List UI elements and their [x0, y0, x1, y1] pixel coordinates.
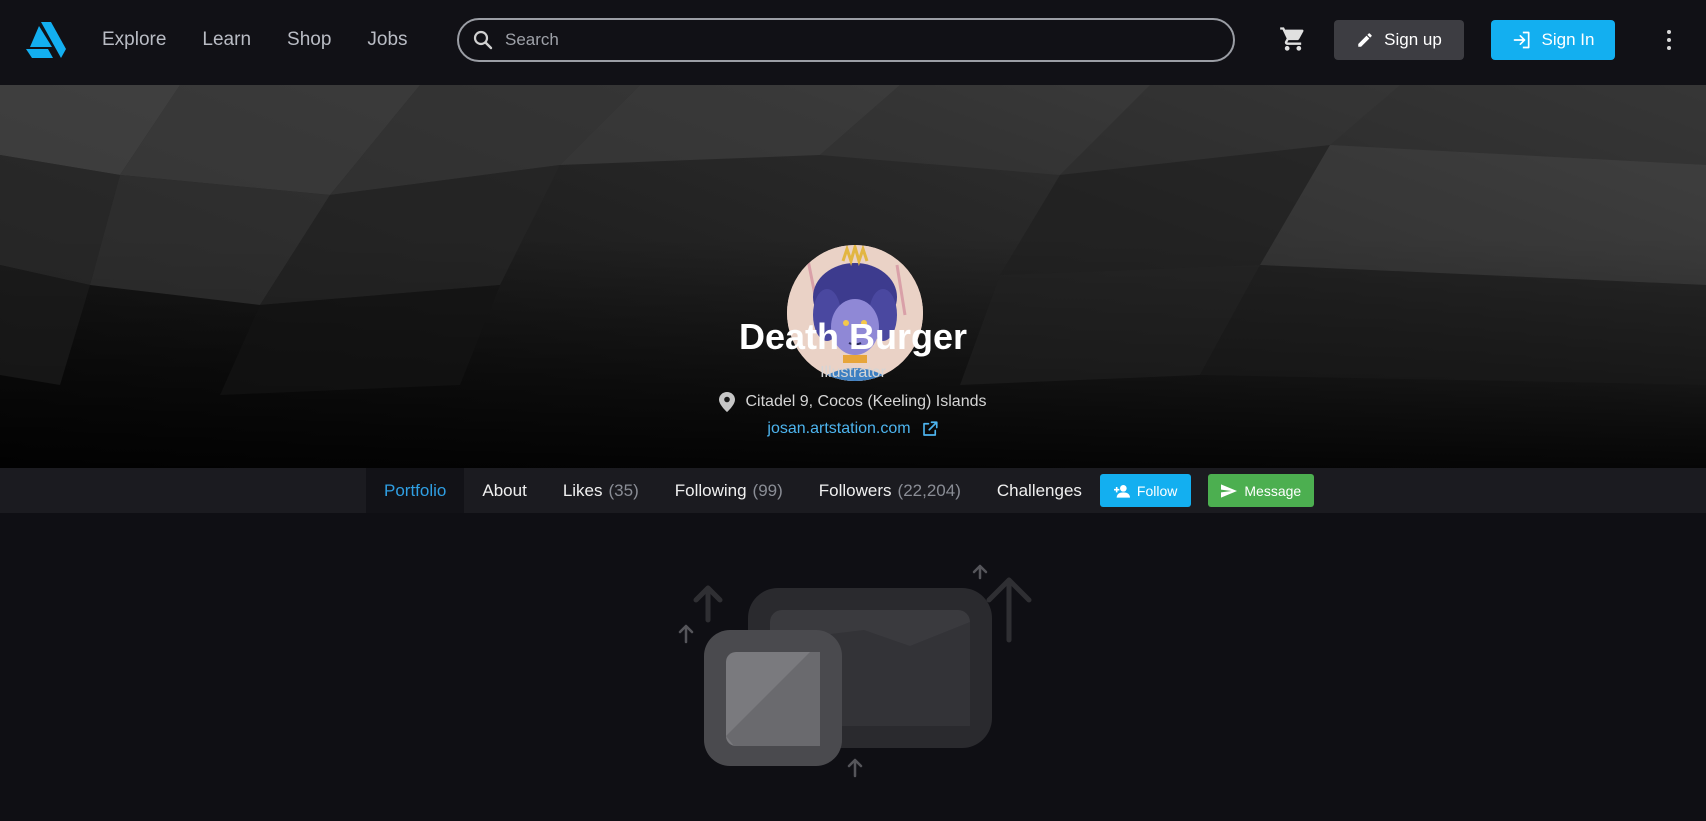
profile-location: Citadel 9, Cocos (Keeling) Islands — [0, 392, 1706, 412]
tab-about-label: About — [482, 480, 527, 500]
artstation-logo-icon[interactable] — [26, 22, 66, 58]
tab-likes[interactable]: Likes (35) — [545, 468, 657, 513]
follow-label: Follow — [1136, 482, 1178, 499]
message-button[interactable]: Message — [1208, 474, 1315, 507]
nav-learn[interactable]: Learn — [202, 29, 251, 51]
tab-followers-label: Followers — [818, 480, 892, 500]
website-text[interactable]: josan.artstation.com — [767, 420, 910, 438]
nav-shop[interactable]: Shop — [287, 29, 331, 51]
tab-following-label: Following — [674, 480, 747, 500]
main-nav: Explore Learn Shop Jobs — [102, 0, 444, 80]
sign-in-label: Sign In — [1541, 30, 1595, 49]
profile-role: Illustrator — [820, 364, 886, 381]
cart-icon[interactable] — [1279, 25, 1307, 53]
sign-up-button[interactable]: Sign up — [1334, 20, 1464, 60]
tab-following[interactable]: Following (99) — [657, 468, 801, 513]
pencil-icon — [1358, 33, 1372, 47]
top-navbar: Explore Learn Shop Jobs Sign up Sign In — [0, 0, 1706, 85]
tab-likes-label: Likes — [562, 480, 603, 500]
search-bar[interactable] — [457, 18, 1235, 62]
profile-tabbar: Portfolio About Likes (35) Following (99… — [0, 468, 1706, 513]
message-label: Message — [1244, 482, 1302, 499]
profile-tabs: Portfolio About Likes (35) Following (99… — [366, 468, 1315, 513]
profile-website-link[interactable]: josan.artstation.com — [0, 420, 1706, 438]
empty-portfolio-icon — [678, 564, 1032, 778]
tab-challenges-label: Challenges — [996, 480, 1082, 500]
sign-in-button[interactable]: Sign In — [1491, 20, 1615, 60]
add-user-icon — [1113, 484, 1130, 498]
avatar[interactable] — [787, 245, 923, 381]
tab-challenges[interactable]: Challenges — [979, 468, 1100, 513]
tab-portfolio-label: Portfolio — [384, 480, 447, 500]
profile-cover: Death Burger Illustrator Citadel 9, Coco… — [0, 85, 1706, 468]
followers-count: (22,204) — [897, 480, 961, 500]
sign-in-icon — [1513, 31, 1530, 49]
send-icon — [1221, 483, 1238, 498]
tab-about[interactable]: About — [464, 468, 544, 513]
search-icon — [473, 30, 493, 50]
nav-explore[interactable]: Explore — [102, 29, 166, 51]
follow-button[interactable]: Follow — [1099, 474, 1192, 507]
nav-jobs[interactable]: Jobs — [367, 29, 407, 51]
sign-up-label: Sign up — [1384, 30, 1442, 49]
location-text: Citadel 9, Cocos (Keeling) Islands — [745, 393, 987, 410]
likes-count: (35) — [608, 480, 639, 500]
tab-followers[interactable]: Followers (22,204) — [801, 468, 979, 513]
external-link-icon[interactable] — [921, 420, 939, 438]
search-input[interactable] — [505, 30, 1185, 50]
tab-portfolio[interactable]: Portfolio — [366, 468, 465, 513]
more-vert-icon[interactable] — [1660, 26, 1678, 54]
following-count: (99) — [752, 480, 783, 500]
location-pin-icon — [719, 392, 736, 412]
profile-name: Death Burger — [738, 316, 968, 357]
